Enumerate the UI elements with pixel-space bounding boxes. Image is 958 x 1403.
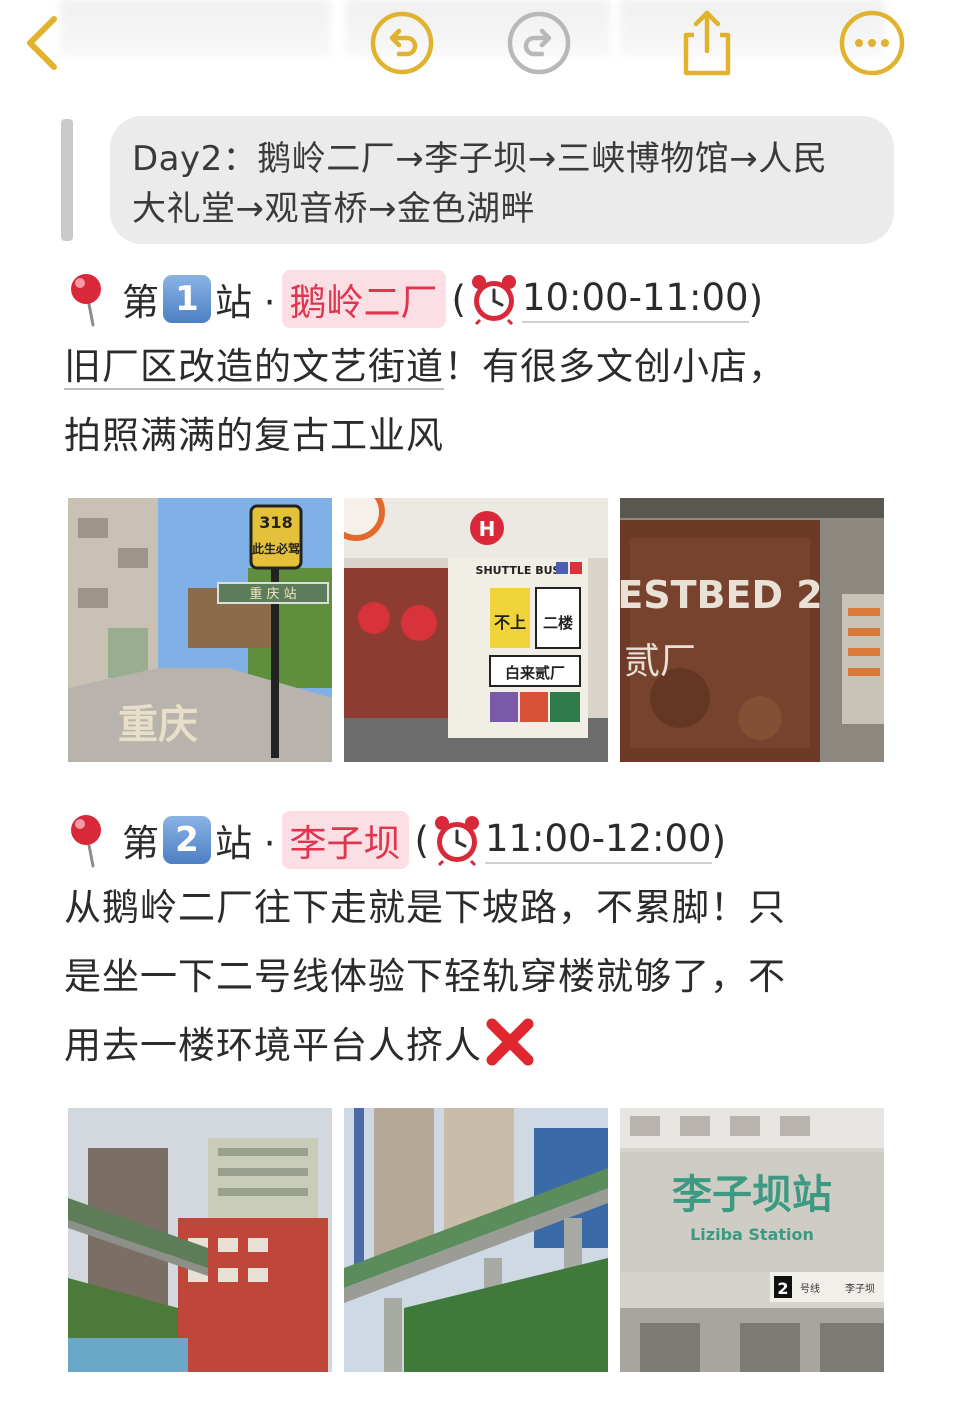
sign-number-text: 318 (259, 513, 292, 532)
top-toolbar (0, 0, 958, 90)
open-paren: ( (451, 277, 466, 321)
station-time: 10:00-11:00 (521, 276, 749, 323)
quote-bar (61, 119, 73, 241)
description-text: ！有很多文创小店， (444, 345, 786, 388)
station-number-badge: 1 (163, 275, 211, 323)
photo-street-sign[interactable]: 318 此生必驾 重 庆 站 重庆 (68, 498, 332, 762)
cross-mark-icon (486, 1018, 534, 1066)
rusty-sign-sub-text: 贰厂 (624, 641, 696, 682)
photo-monorail-building[interactable] (68, 1108, 332, 1372)
station-sign-text: 重 庆 站 (249, 586, 296, 602)
station-name: 李子坝 (281, 811, 409, 869)
route-summary: Day2：鹅岭二厂→李子坝→三峡博物馆→人民 大礼堂→观音桥→金色湖畔 (110, 116, 894, 244)
station-english-sign-text: Liziba Station (690, 1225, 814, 1244)
rusty-sign-text: ESTBED 2 (620, 573, 823, 617)
sign-panel-c-text: 白来贰厂 (505, 664, 565, 682)
line-number-text: 2 (777, 1279, 788, 1298)
route-summary-line: 大礼堂→观音桥→金色湖畔 (132, 189, 535, 229)
station-2-heading: 第 2 站 · 李子坝 ( 11:00-12:00 ) (66, 807, 726, 873)
description-text: 是坐一下二号线体验下轻轨穿楼就够了，不 (64, 955, 786, 998)
description-text: 从鹅岭二厂往下走就是下坡路，不累脚！只 (64, 886, 786, 929)
photo-elevated-track[interactable] (344, 1108, 608, 1372)
line-label-text: 号线 (800, 1282, 820, 1295)
station-prefix: 第 (122, 822, 159, 865)
undo-button[interactable] (367, 8, 437, 78)
photo-liziba-station[interactable]: 李子坝站 Liziba Station 2 号线 李子坝 (620, 1108, 884, 1372)
blurred-header-fragment (60, 0, 330, 58)
more-button[interactable] (837, 8, 907, 78)
description-text: 用去一楼环境平台人挤人 (64, 1024, 482, 1067)
road-marking-text: 重庆 (118, 702, 198, 748)
description-underlined: 旧厂区改造的文艺街道 (64, 345, 444, 390)
pushpin-icon (71, 815, 101, 868)
station-1-description: 旧厂区改造的文艺街道！有很多文创小店， 拍照满满的复古工业风 (64, 332, 894, 470)
close-paren: ) (711, 818, 727, 862)
station-small-text: 李子坝 (845, 1282, 875, 1295)
photo-rusty-sign[interactable]: ESTBED 2 贰厂 (620, 498, 884, 762)
station-name: 鹅岭二厂 (281, 270, 446, 328)
redo-button[interactable] (504, 8, 574, 78)
share-icon (683, 10, 731, 76)
station-suffix: 站 · (215, 281, 276, 324)
station-number-badge: 2 (163, 816, 211, 864)
alarm-clock-icon (471, 275, 516, 325)
station-suffix: 站 · (215, 822, 276, 865)
photo-shuttle-sign[interactable]: H SHUTTLE BUS 不上 二楼 白来贰厂 (344, 498, 608, 762)
station-2-description: 从鹅岭二厂往下走就是下坡路，不累脚！只 是坐一下二号线体验下轻轨穿楼就够了，不 … (64, 873, 894, 1080)
route-summary-line: Day2：鹅岭二厂→李子坝→三峡博物馆→人民 (132, 139, 828, 179)
sign-panel-b-text: 二楼 (543, 614, 573, 632)
hospital-h-text: H (479, 517, 496, 541)
open-paren: ( (414, 818, 429, 862)
sign-panel-a-text: 不上 (494, 613, 526, 632)
more-icon (839, 10, 905, 76)
note-page: Day2：鹅岭二厂→李子坝→三峡博物馆→人民 大礼堂→观音桥→金色湖畔 第 1 … (0, 0, 958, 1403)
close-paren: ) (748, 277, 764, 321)
undo-icon (370, 11, 434, 75)
description-text: 拍照满满的复古工业风 (64, 414, 444, 457)
share-button[interactable] (672, 8, 742, 78)
alarm-clock-icon (434, 816, 479, 866)
back-button[interactable] (8, 8, 78, 78)
chevron-left-icon (27, 16, 57, 70)
station-time: 11:00-12:00 (484, 817, 712, 864)
sign-slogan-text: 此生必驾 (252, 541, 300, 556)
station-prefix: 第 (122, 281, 159, 324)
bus-sign-text: SHUTTLE BUS (476, 564, 561, 577)
station-1-heading: 第 1 站 · 鹅岭二厂 ( 10:00-11:00 ) (66, 266, 763, 332)
redo-icon (507, 11, 571, 75)
pushpin-icon (71, 274, 101, 327)
station-name-sign-text: 李子坝站 (672, 1172, 832, 1218)
